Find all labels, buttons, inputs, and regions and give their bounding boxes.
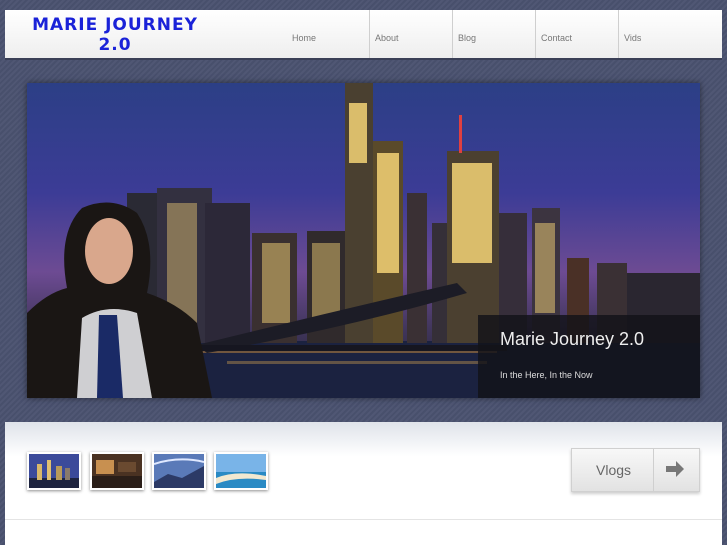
site-header: MARIE JOURNEY 2.0 Home About Blog Contac… (5, 10, 722, 60)
nav-home[interactable]: Home (287, 10, 370, 58)
hero-slideshow[interactable]: Marie Journey 2.0 In the Here, In the No… (27, 83, 700, 398)
thumbnail-image-4 (216, 454, 266, 488)
thumbnail-image-1 (29, 454, 79, 488)
arrow-right-icon (665, 460, 685, 483)
thumbnail-image-3 (154, 454, 204, 488)
thumbnail-4[interactable] (214, 452, 268, 490)
logo-line1: MARIE JOURNEY (32, 15, 198, 35)
nav-vids[interactable]: Vids (619, 10, 702, 58)
thumbnail-bar: Vlogs (5, 422, 722, 545)
hero-caption: Marie Journey 2.0 In the Here, In the No… (478, 315, 700, 398)
site-logo[interactable]: MARIE JOURNEY 2.0 (27, 15, 203, 55)
thumbnail-2[interactable] (90, 452, 144, 490)
thumbnail-3[interactable] (152, 452, 206, 490)
nav-blog[interactable]: Blog (453, 10, 536, 58)
vlogs-button-divider (653, 449, 654, 491)
logo-line2: 2.0 (98, 35, 132, 55)
hero-caption-title: Marie Journey 2.0 (500, 329, 645, 349)
content-divider (5, 519, 722, 520)
vlogs-button[interactable]: Vlogs (571, 448, 700, 492)
thumbnail-1[interactable] (27, 452, 81, 490)
hero-caption-subtitle: In the Here, In the Now (500, 370, 593, 380)
nav-about[interactable]: About (370, 10, 453, 58)
thumbnail-image-2 (92, 454, 142, 488)
nav-contact[interactable]: Contact (536, 10, 619, 58)
vlogs-button-label: Vlogs (596, 462, 632, 478)
